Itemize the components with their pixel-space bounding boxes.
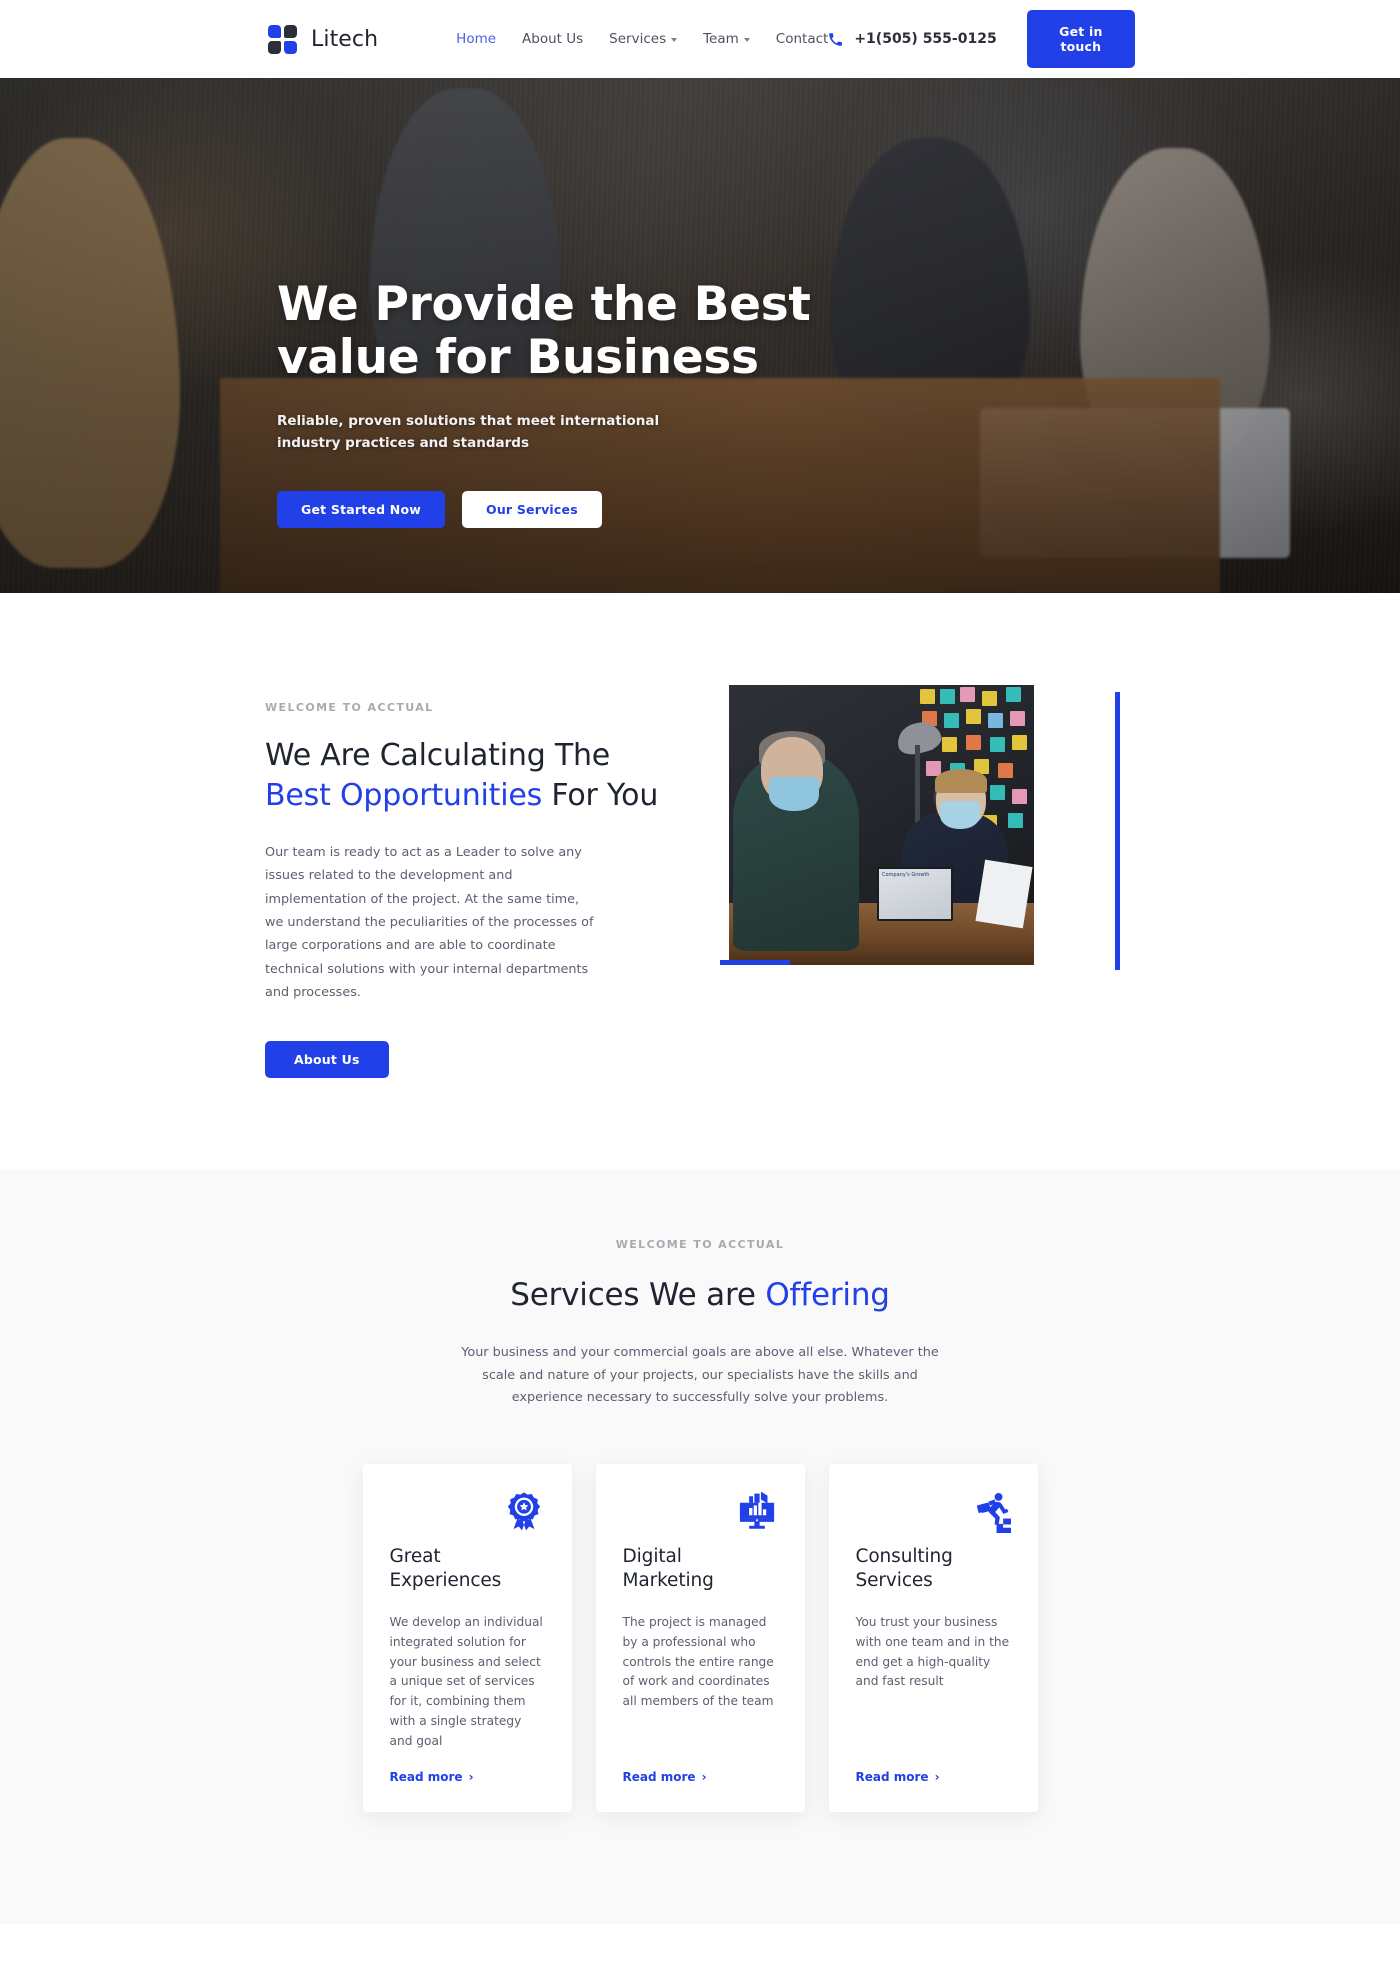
chevron-down-icon [671, 38, 678, 42]
services-heading-accent: Offering [765, 1277, 890, 1314]
services-card-list: Great Experiences We develop an individu… [0, 1464, 1400, 1812]
services-paragraph: Your business and your commercial goals … [461, 1345, 939, 1406]
about-eyebrow: WELCOME TO ACCTUAL [265, 701, 434, 714]
about-heading-tail: For You [542, 777, 659, 813]
logo-square-bottom-left [268, 40, 281, 54]
chevron-right-icon: › [468, 1769, 474, 1784]
photo-person-right-hair [935, 769, 987, 793]
service-card-text: We develop an individual integrated solu… [389, 1615, 543, 1748]
service-card-title: Digital Marketing [622, 1546, 714, 1592]
about-image-column: Company's Growth [720, 685, 1120, 970]
phone-link[interactable]: +1(505) 555-0125 [828, 31, 997, 47]
read-more-label: Read more [855, 1769, 929, 1784]
service-card-title: Consulting Services [855, 1546, 953, 1592]
hero-title-line-2: value for Business [277, 330, 759, 386]
site-header: Litech Home About Us Services Team Conta… [0, 0, 1400, 78]
service-card-read-more-link[interactable]: Read more › [623, 1770, 778, 1784]
brand-name: Litech [311, 26, 379, 52]
nav-item-about-us[interactable]: About Us [522, 31, 583, 47]
service-card-title: Great Experiences [389, 1546, 502, 1592]
photo-tablet: Company's Growth [877, 867, 953, 921]
hero-subtitle: Reliable, proven solutions that meet int… [277, 413, 660, 452]
monitor-megaphone-icon [739, 1491, 774, 1529]
read-more-label: Read more [389, 1769, 463, 1784]
read-more-label: Read more [622, 1769, 696, 1784]
about-paragraph: Our team is ready to act as a Leader to … [265, 845, 594, 1000]
services-heading: Services We are Offering [0, 1277, 1400, 1313]
logo-square-top-left [268, 24, 281, 38]
hero-content: We Provide the Best value for Business R… [0, 78, 1400, 528]
chevron-down-icon [743, 38, 750, 42]
photo-paper-sheet [975, 859, 1033, 929]
hero-button-group: Get Started Now Our Services [277, 490, 1400, 528]
service-card-read-more-link[interactable]: Read more › [390, 1770, 545, 1784]
nav-label-contact: Contact [775, 31, 829, 47]
accent-bar-right [1115, 692, 1120, 970]
nav-item-services[interactable]: Services [609, 31, 678, 47]
hero-title: We Provide the Best value for Business [277, 278, 837, 384]
chevron-right-icon: › [934, 1769, 940, 1784]
services-eyebrow: WELCOME TO ACCTUAL [615, 1238, 785, 1252]
nav-item-contact[interactable]: Contact [776, 31, 829, 47]
service-card-digital-marketing[interactable]: Digital Marketing The project is managed… [595, 1464, 805, 1812]
about-heading-accent: Best Opportunities [265, 777, 543, 813]
service-card-great-experiences[interactable]: Great Experiences We develop an individu… [362, 1464, 572, 1812]
photo-person-right-mask [940, 801, 980, 829]
service-card-consulting-services[interactable]: Consulting Services You trust your busin… [828, 1464, 1038, 1812]
nav-label-about-us: About Us [522, 31, 584, 47]
businessman-stairs-icon [976, 1493, 1011, 1534]
hero-section: We Provide the Best value for Business R… [0, 78, 1400, 593]
about-heading-line-1: We Are Calculating The [265, 738, 611, 773]
service-card-text: You trust your business with one team an… [855, 1615, 1010, 1689]
nav-item-home[interactable]: Home [456, 31, 496, 47]
chevron-right-icon: › [701, 1769, 707, 1784]
award-badge-icon [507, 1492, 540, 1531]
main-navigation: Home About Us Services Team Contact [456, 31, 828, 47]
services-section: WELCOME TO ACCTUAL Services We are Offer… [0, 1170, 1400, 1924]
desk-lamp-stem [915, 745, 920, 823]
logo-square-top-right [284, 24, 297, 38]
about-photo: Company's Growth [729, 685, 1034, 965]
nav-item-team[interactable]: Team [703, 31, 750, 47]
services-heading-text: Services We are [510, 1277, 766, 1314]
about-us-button[interactable]: About Us [265, 1041, 389, 1079]
our-services-button[interactable]: Our Services [462, 490, 602, 528]
phone-icon [829, 32, 843, 46]
header-actions: +1(505) 555-0125 Get in touch [828, 10, 1135, 68]
service-card-read-more-link[interactable]: Read more › [856, 1770, 1011, 1784]
nav-label-services: Services [609, 31, 667, 47]
about-text-column: WELCOME TO ACCTUAL We Are Calculating Th… [265, 685, 665, 1079]
service-card-text: The project is managed by a professional… [622, 1615, 774, 1709]
nav-label-home: Home [456, 31, 497, 47]
photo-person-left-mask [769, 777, 819, 811]
about-section: WELCOME TO ACCTUAL We Are Calculating Th… [0, 593, 1400, 1171]
litech-logo-icon [268, 24, 298, 54]
hero-title-line-1: We Provide the Best [277, 277, 811, 332]
accent-bar-bottom [720, 960, 790, 965]
get-in-touch-button[interactable]: Get in touch [1026, 10, 1135, 68]
nav-label-team: Team [703, 31, 739, 47]
tablet-screen-caption: Company's Growth [882, 872, 930, 878]
services-header: WELCOME TO ACCTUAL Services We are Offer… [0, 1238, 1400, 1410]
header-inner: Litech Home About Us Services Team Conta… [0, 10, 1400, 68]
about-heading: We Are Calculating The Best Opportunitie… [265, 736, 665, 815]
phone-number: +1(505) 555-0125 [854, 31, 997, 47]
get-started-now-button[interactable]: Get Started Now [277, 490, 445, 528]
logo-square-bottom-right [284, 40, 297, 54]
brand-logo[interactable]: Litech [268, 24, 379, 54]
about-inner: WELCOME TO ACCTUAL We Are Calculating Th… [265, 685, 1135, 1079]
